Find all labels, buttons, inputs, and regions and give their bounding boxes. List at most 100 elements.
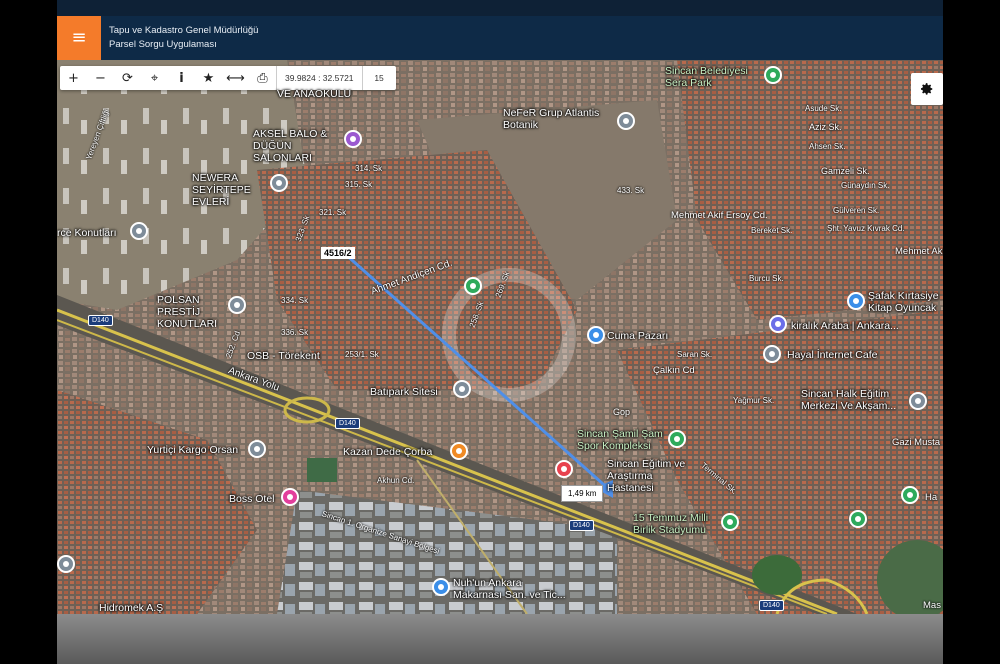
favorite-star-icon: ★ <box>202 70 215 86</box>
street-label: 321. Sk <box>319 208 347 217</box>
satellite-map[interactable]: + − ⟳ ⌖ i ★ ⟷ ⎙ 39.9824 : 32.5721 15 451… <box>57 60 943 614</box>
poi-batipark[interactable]: Batıpark Sitesi <box>370 386 438 398</box>
shopping-cart-pin-icon[interactable] <box>587 326 605 344</box>
poi-halk[interactable]: Sincan Halk Eğitim Merkezi Ve Akşam... <box>801 388 907 412</box>
place-pin-icon[interactable] <box>763 345 781 363</box>
street-label: Mehmet Aki <box>895 246 943 257</box>
hamburger-icon: ≡ <box>71 27 87 48</box>
park-pin-icon[interactable] <box>464 277 482 295</box>
app-frame: ≡ Tapu ve Kadastro Genel Müdürlüğü Parse… <box>57 0 943 664</box>
street-label: 433. Sk <box>617 186 645 195</box>
print-icon: ⎙ <box>257 70 268 86</box>
poi-osb[interactable]: OSB - Törekent <box>247 350 320 362</box>
street-label: Mas <box>923 600 941 611</box>
street-label: 315. Sk <box>345 180 373 189</box>
street-label: Ahsen Sk. <box>809 142 846 151</box>
street-label: Ha <box>925 492 938 503</box>
settings-button[interactable] <box>911 73 943 105</box>
street-label: Günaydın Sk. <box>841 181 890 190</box>
street-label: Gop <box>613 407 631 417</box>
street-label: 334. Sk <box>281 296 309 305</box>
poi-newera[interactable]: NEWERA SEYİRTEPE EVLERİ <box>192 172 270 208</box>
poi-stadyum[interactable]: 15 Temmuz Milli Birlik Stadyumu <box>633 512 723 536</box>
locate-button[interactable]: ⌖ <box>141 66 168 90</box>
app-header: ≡ Tapu ve Kadastro Genel Müdürlüğü Parse… <box>57 16 943 60</box>
info-icon: i <box>179 70 184 86</box>
app-title-line2: Parsel Sorgu Uygulaması <box>109 39 217 50</box>
coordinate-readout: 39.9824 : 32.5721 <box>276 66 362 90</box>
venue-pin-icon[interactable] <box>344 130 362 148</box>
park-pin-icon[interactable] <box>901 486 919 504</box>
place-pin-icon[interactable] <box>57 555 75 573</box>
road-shield: D140 <box>335 418 360 429</box>
favorite-button[interactable]: ★ <box>195 66 222 90</box>
shop-pin-icon[interactable] <box>432 578 450 596</box>
print-button[interactable]: ⎙ <box>249 66 276 90</box>
street-label: 314. Sk <box>355 164 383 173</box>
road-shield: D140 <box>88 315 113 326</box>
refresh-button[interactable]: ⟳ <box>114 66 141 90</box>
map-toolbar: + − ⟳ ⌖ i ★ ⟷ ⎙ 39.9824 : 32.5721 15 <box>60 66 396 90</box>
street-label: Gamzeli Sk. <box>821 166 870 176</box>
poi-boss[interactable]: Boss Otel <box>229 493 275 505</box>
street-label: 253/1. Sk <box>345 350 379 359</box>
street-label: Gazi Musta <box>892 437 941 448</box>
poi-polsan[interactable]: POLSAN PRESTİJ KONUTLARI <box>157 294 229 330</box>
sports-pin-icon[interactable] <box>668 430 686 448</box>
street-label: Asude Sk. <box>805 104 842 113</box>
street-label: Akhun Cd. <box>377 476 415 485</box>
locate-icon: ⌖ <box>150 70 159 86</box>
parcel-label[interactable]: 4516/2 <box>321 247 355 259</box>
street-label: Burcu Sk. <box>749 274 784 283</box>
hospital-pin-icon[interactable] <box>555 460 573 478</box>
info-button[interactable]: i <box>168 66 195 90</box>
place-pin-icon[interactable] <box>617 112 635 130</box>
poi-konutlari[interactable]: rce Konutları <box>57 227 117 239</box>
street-label: Saran Sk. <box>677 350 713 359</box>
place-pin-icon[interactable] <box>909 392 927 410</box>
road-shield: D140 <box>569 520 594 531</box>
poi-hayal[interactable]: Hayal İnternet Cafe <box>787 349 877 361</box>
hamburger-menu-button[interactable]: ≡ <box>57 16 101 60</box>
top-strip <box>57 0 943 16</box>
street-label: Mehmet Akif Ersoy Cd. <box>671 210 768 221</box>
measure-icon: ⟷ <box>226 70 245 86</box>
poi-nuhun[interactable]: Nuh'un Ankara Makarnası San. ve Tic... <box>453 577 573 601</box>
poi-nefer[interactable]: NeFeR Grup Atlantis Botanik <box>503 107 613 131</box>
poi-kazan[interactable]: Kazan Dede Çorba <box>343 446 432 458</box>
shop-pin-icon[interactable] <box>847 292 865 310</box>
zoom-in-button[interactable]: + <box>60 66 87 90</box>
poi-sincan-belediyesi[interactable]: Sincan Belediyesi Sera Park <box>665 65 765 89</box>
street-label: Bereket Sk. <box>751 226 793 235</box>
bottom-bar <box>57 614 943 664</box>
place-pin-icon[interactable] <box>270 174 288 192</box>
street-label: 336. Sk <box>281 328 309 337</box>
food-pin-icon[interactable] <box>450 442 468 460</box>
place-pin-icon[interactable] <box>453 380 471 398</box>
measure-button[interactable]: ⟷ <box>222 66 249 90</box>
zoom-out-button[interactable]: − <box>87 66 114 90</box>
park-pin-icon[interactable] <box>764 66 782 84</box>
poi-anaokulu: VE ANAOKULU <box>277 88 352 100</box>
poi-kiralik[interactable]: kiralık Araba | Ankara... <box>791 320 899 332</box>
app-title-line1: Tapu ve Kadastro Genel Müdürlüğü <box>109 25 259 36</box>
street-label: Şht. Yavuz Kıvrak Cd. <box>827 224 905 233</box>
car-rental-pin-icon[interactable] <box>769 315 787 333</box>
place-pin-icon[interactable] <box>130 222 148 240</box>
zoom-out-icon: − <box>95 70 106 86</box>
poi-hastane[interactable]: Sincan Eğitim ve Araştırma Hastanesi <box>607 458 697 494</box>
poi-yurtici[interactable]: Yurtiçi Kargo Orsan <box>147 444 238 456</box>
park-pin-icon[interactable] <box>849 510 867 528</box>
place-pin-icon[interactable] <box>228 296 246 314</box>
stadium-pin-icon[interactable] <box>721 513 739 531</box>
poi-samil-sam[interactable]: Sincan Şamil Şam Spor Kompleksi <box>577 428 669 452</box>
hotel-pin-icon[interactable] <box>281 488 299 506</box>
place-pin-icon[interactable] <box>248 440 266 458</box>
poi-aksel[interactable]: AKSEL BALO & DÜĞÜN SALONLARI <box>253 128 345 164</box>
poi-cuma[interactable]: Cuma Pazarı <box>607 330 668 342</box>
poi-hidromek[interactable]: Hidromek A.Ş <box>99 602 163 614</box>
poi-safak[interactable]: Şafak Kırtasiye Kitap Oyuncak <box>868 290 943 314</box>
street-label: Yağmur Sk. <box>733 396 775 405</box>
refresh-icon: ⟳ <box>122 70 133 86</box>
app-title: Tapu ve Kadastro Genel Müdürlüğü Parsel … <box>109 24 258 52</box>
